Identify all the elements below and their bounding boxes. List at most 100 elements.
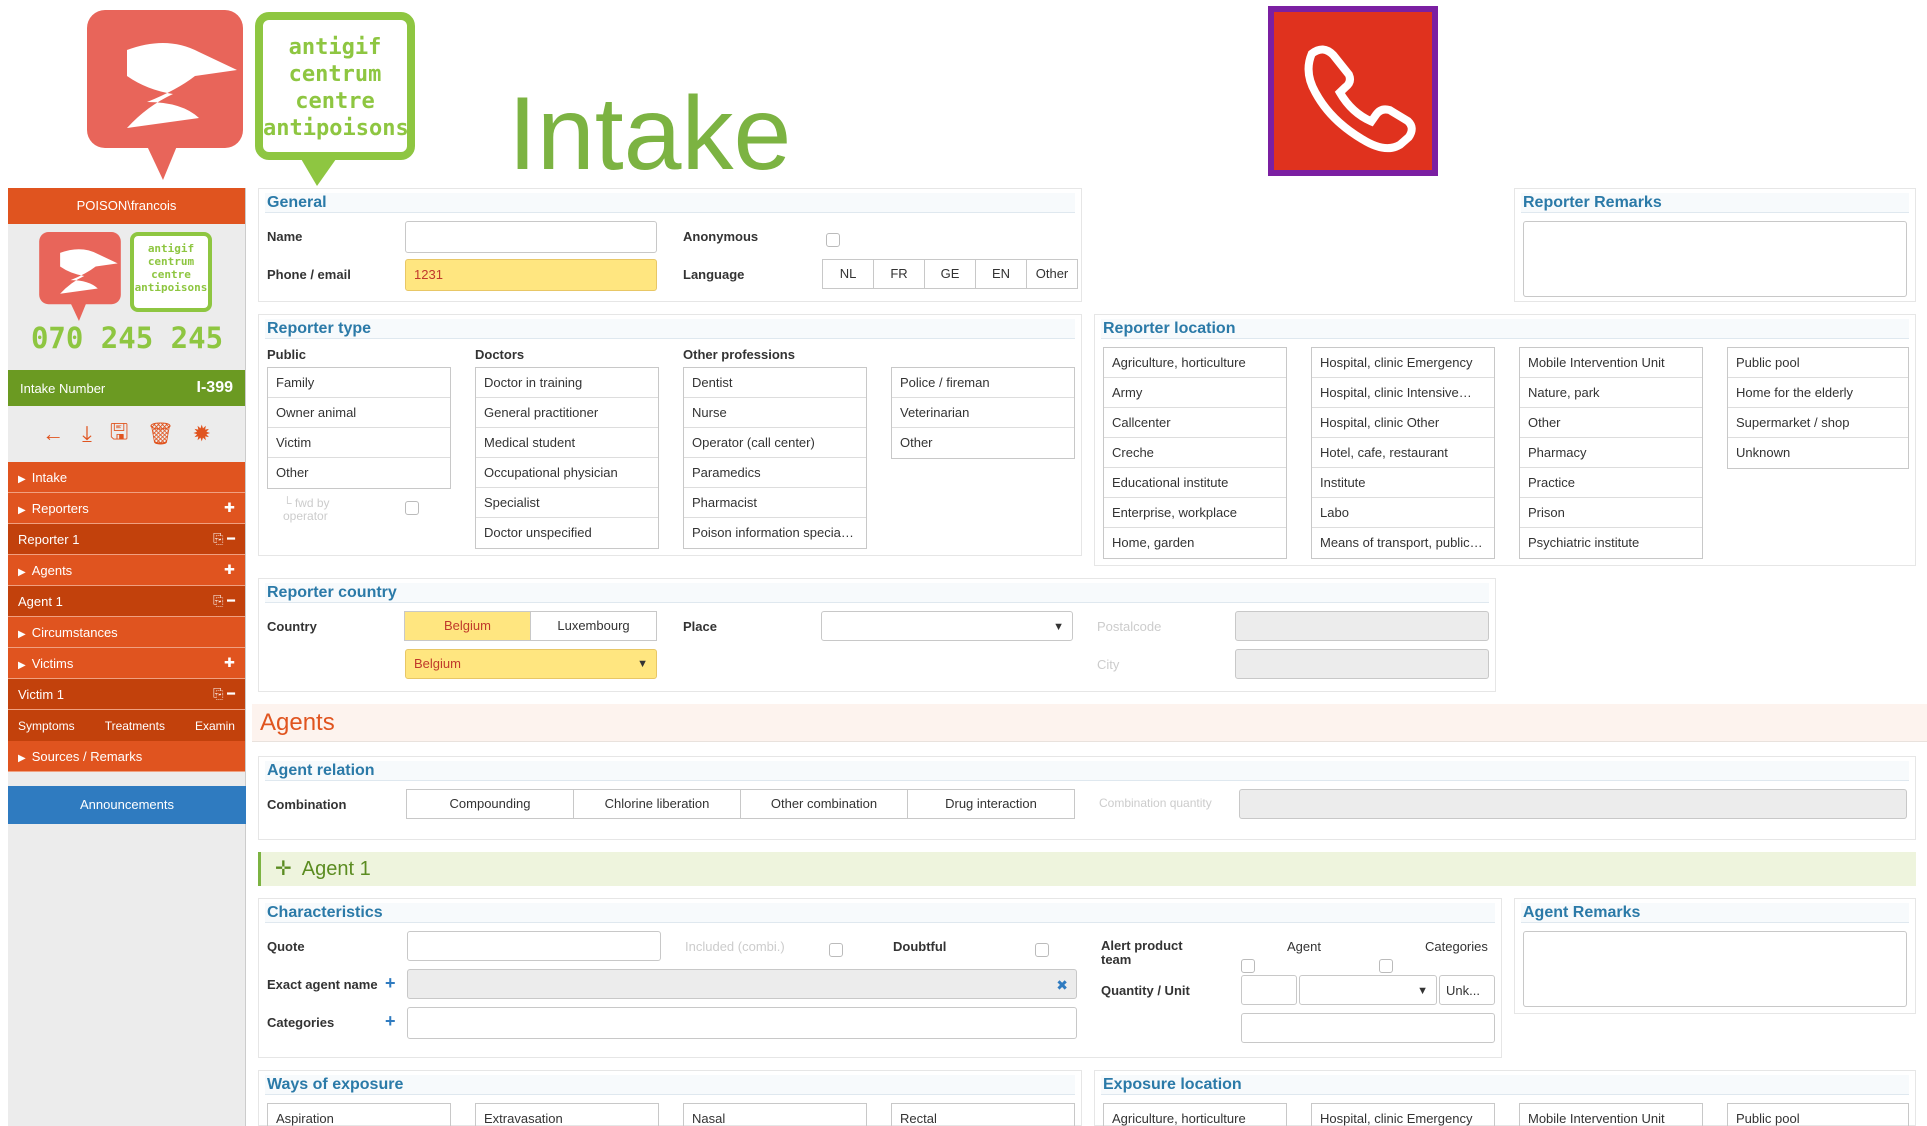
- sidebar-item-reporter-1[interactable]: Reporter 1 ⎘ ━: [8, 524, 245, 555]
- phone-email-input[interactable]: 1231: [405, 259, 657, 291]
- reporter-type-option[interactable]: Paramedics: [684, 458, 866, 488]
- location-option[interactable]: Unknown: [1728, 438, 1908, 468]
- tab-symptoms[interactable]: Symptoms: [18, 719, 75, 733]
- country-luxembourg-button[interactable]: Luxembourg: [530, 611, 657, 641]
- combination-option[interactable]: Chlorine liberation: [573, 789, 741, 819]
- doubtful-checkbox[interactable]: [1035, 943, 1049, 957]
- location-option[interactable]: Creche: [1104, 438, 1286, 468]
- sidebar-item-victims[interactable]: ▶ Victims ✚: [8, 648, 245, 679]
- move-icon[interactable]: ✛: [275, 858, 292, 880]
- reporter-type-option[interactable]: Police / fireman: [892, 368, 1074, 398]
- exact-agent-name-input[interactable]: ✖: [407, 969, 1077, 999]
- unit-select[interactable]: ▼: [1299, 975, 1437, 1005]
- back-arrow-icon[interactable]: ←: [42, 421, 64, 447]
- unit-code-input[interactable]: Unk...: [1439, 975, 1495, 1005]
- quantity-extra-input[interactable]: [1241, 1013, 1495, 1043]
- location-option[interactable]: Prison: [1520, 498, 1702, 528]
- location-option[interactable]: Labo: [1312, 498, 1494, 528]
- sidebar-item-intake[interactable]: ▶ Intake: [8, 462, 245, 493]
- bug-icon[interactable]: ✹: [192, 421, 210, 447]
- sidebar-item-reporters[interactable]: ▶ Reporters ✚: [8, 493, 245, 524]
- combination-option[interactable]: Other combination: [740, 789, 908, 819]
- reporter-type-option[interactable]: Medical student: [476, 428, 658, 458]
- reporter-type-option[interactable]: Poison information specia…: [684, 518, 866, 548]
- reporter-type-option[interactable]: Pharmacist: [684, 488, 866, 518]
- location-option[interactable]: Means of transport, public…: [1312, 528, 1494, 558]
- location-option[interactable]: Educational institute: [1104, 468, 1286, 498]
- quantity-input[interactable]: [1241, 975, 1297, 1005]
- location-option[interactable]: Hospital, clinic Intensive…: [1312, 378, 1494, 408]
- language-fr-button[interactable]: FR: [873, 259, 925, 289]
- language-nl-button[interactable]: NL: [822, 259, 874, 289]
- reporter-type-option[interactable]: Other: [892, 428, 1074, 458]
- agent-1-header[interactable]: ✛ Agent 1: [258, 852, 1916, 886]
- location-option[interactable]: Mobile Intervention Unit: [1520, 1104, 1702, 1126]
- save-icon[interactable]: 🖫: [110, 415, 129, 453]
- reporter-type-option[interactable]: Owner animal: [268, 398, 450, 428]
- reporter-type-option[interactable]: General practitioner: [476, 398, 658, 428]
- location-option[interactable]: Pharmacy: [1520, 438, 1702, 468]
- add-agent-icon[interactable]: ✚: [224, 562, 235, 578]
- location-option[interactable]: Enterprise, workplace: [1104, 498, 1286, 528]
- alert-agent-checkbox[interactable]: [1241, 959, 1255, 973]
- add-victim-icon[interactable]: ✚: [224, 655, 235, 671]
- reporter-type-option[interactable]: Nurse: [684, 398, 866, 428]
- call-phone-icon[interactable]: [1268, 6, 1438, 176]
- add-category-icon[interactable]: +: [385, 1011, 396, 1032]
- language-en-button[interactable]: EN: [975, 259, 1027, 289]
- remove-icon[interactable]: ━: [227, 686, 235, 701]
- location-option[interactable]: Practice: [1520, 468, 1702, 498]
- location-option[interactable]: Institute: [1312, 468, 1494, 498]
- combination-option[interactable]: Compounding: [406, 789, 574, 819]
- clear-icon[interactable]: ✖: [1056, 970, 1068, 1000]
- sidebar-item-victim-1[interactable]: Victim 1 ⎘ ━: [8, 679, 245, 710]
- reporter-remarks-textarea[interactable]: [1523, 221, 1907, 297]
- reporter-type-option[interactable]: Occupational physician: [476, 458, 658, 488]
- exposure-option[interactable]: Aspiration: [268, 1104, 450, 1126]
- alert-categories-checkbox[interactable]: [1379, 959, 1393, 973]
- agent-remarks-textarea[interactable]: [1523, 931, 1907, 1007]
- add-exact-agent-icon[interactable]: +: [385, 973, 396, 994]
- copy-icon[interactable]: ⎘: [213, 593, 223, 608]
- location-option[interactable]: Agriculture, horticulture: [1104, 1104, 1286, 1126]
- location-option[interactable]: Home, garden: [1104, 528, 1286, 558]
- exposure-option[interactable]: Extravasation: [476, 1104, 658, 1126]
- country-select[interactable]: Belgium ▼: [405, 649, 657, 679]
- location-option[interactable]: Mobile Intervention Unit: [1520, 348, 1702, 378]
- announcements-button[interactable]: Announcements: [8, 786, 246, 824]
- reporter-type-option[interactable]: Doctor unspecified: [476, 518, 658, 548]
- language-other-button[interactable]: Other: [1026, 259, 1078, 289]
- sidebar-item-agents[interactable]: ▶ Agents ✚: [8, 555, 245, 586]
- location-option[interactable]: Army: [1104, 378, 1286, 408]
- combination-quantity-input[interactable]: [1239, 789, 1907, 819]
- exposure-option[interactable]: Rectal: [892, 1104, 1074, 1126]
- location-option[interactable]: Hospital, clinic Emergency: [1312, 348, 1494, 378]
- country-belgium-button[interactable]: Belgium: [404, 611, 531, 641]
- reporter-type-option[interactable]: Victim: [268, 428, 450, 458]
- location-option[interactable]: Public pool: [1728, 348, 1908, 378]
- remove-icon[interactable]: ━: [227, 531, 235, 546]
- reporter-type-option[interactable]: Other: [268, 458, 450, 488]
- exposure-option[interactable]: Nasal: [684, 1104, 866, 1126]
- reporter-type-option[interactable]: Family: [268, 368, 450, 398]
- remove-icon[interactable]: ━: [227, 593, 235, 608]
- location-option[interactable]: Hotel, cafe, restaurant: [1312, 438, 1494, 468]
- place-select[interactable]: ▼: [821, 611, 1073, 641]
- quote-input[interactable]: [407, 931, 661, 961]
- delete-icon[interactable]: 🗑: [147, 421, 175, 447]
- location-option[interactable]: Nature, park: [1520, 378, 1702, 408]
- sidebar-item-sources-remarks[interactable]: ▶ Sources / Remarks: [8, 741, 245, 772]
- location-option[interactable]: Agriculture, horticulture: [1104, 348, 1286, 378]
- sidebar-item-circumstances[interactable]: ▶ Circumstances: [8, 617, 245, 648]
- anonymous-checkbox[interactable]: [826, 233, 840, 247]
- tab-treatments[interactable]: Treatments: [105, 719, 165, 733]
- copy-icon[interactable]: ⎘: [213, 531, 223, 546]
- location-option[interactable]: Supermarket / shop: [1728, 408, 1908, 438]
- location-option[interactable]: Public pool: [1728, 1104, 1908, 1126]
- location-option[interactable]: Other: [1520, 408, 1702, 438]
- location-option[interactable]: Hospital, clinic Emergency: [1312, 1104, 1494, 1126]
- fwd-by-operator-checkbox[interactable]: [405, 501, 419, 515]
- location-option[interactable]: Callcenter: [1104, 408, 1286, 438]
- add-reporter-icon[interactable]: ✚: [224, 500, 235, 516]
- download-icon[interactable]: ⤓: [82, 421, 92, 447]
